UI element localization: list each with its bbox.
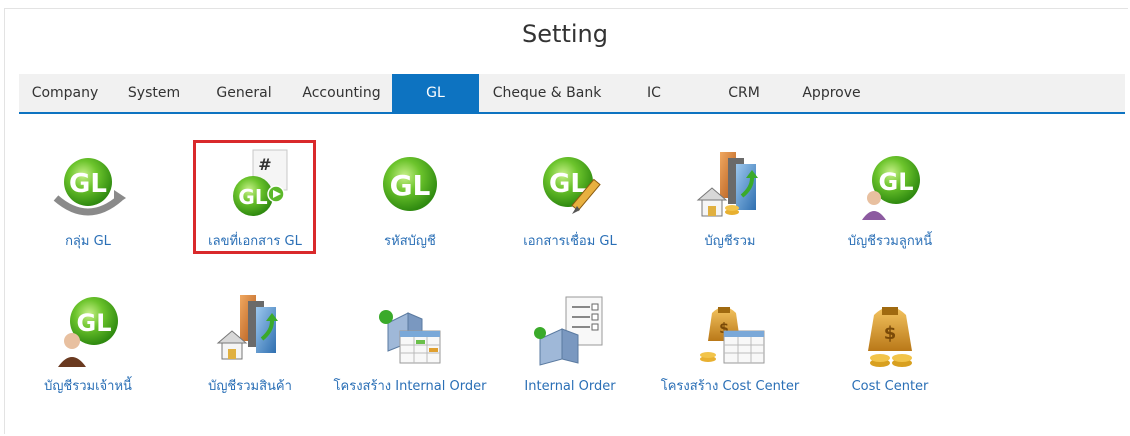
page-title: Setting xyxy=(522,20,608,48)
gl-doc-link-item[interactable]: GL เอกสารเชื่อม GL xyxy=(490,148,650,252)
inventory-account-item[interactable]: บัญชีรวมสินค้า xyxy=(170,293,330,397)
gl-group-icon: GL xyxy=(48,148,128,228)
inventory-account-icon xyxy=(210,293,290,373)
svg-text:GL: GL xyxy=(390,169,431,202)
gl-debtor-label: บัญชีรวมลูกหนี้ xyxy=(847,234,933,249)
inventory-account-label: บัญชีรวมสินค้า xyxy=(208,379,292,394)
gl-creditor-icon: GL xyxy=(48,293,128,373)
tab-gl[interactable]: GL xyxy=(392,74,479,112)
cost-center-icon: $ xyxy=(850,293,930,373)
cost-center-item[interactable]: $ Cost Center xyxy=(810,293,970,397)
cost-center-structure-label: โครงสร้าง Cost Center xyxy=(660,379,800,394)
tab-ic[interactable]: IC xyxy=(629,74,679,112)
gl-group-label: กลุ่ม GL xyxy=(65,234,111,249)
svg-text:GL: GL xyxy=(69,169,107,199)
svg-text:$: $ xyxy=(884,323,897,344)
gl-doc-link-icon: GL xyxy=(530,148,610,228)
selection-highlight-box xyxy=(193,140,316,254)
internal-order-structure-icon xyxy=(370,293,450,373)
gl-group-item[interactable]: GL กลุ่ม GL xyxy=(8,148,168,252)
tab-approve[interactable]: Approve xyxy=(794,74,869,112)
cost-center-structure-icon: $ xyxy=(690,293,770,373)
tab-accounting[interactable]: Accounting xyxy=(294,74,389,112)
gl-creditor-label: บัญชีรวมเจ้าหนี้ xyxy=(44,379,132,394)
gl-account-code-icon: GL xyxy=(370,148,450,228)
tab-company[interactable]: Company xyxy=(19,74,111,112)
summary-account-icon xyxy=(690,148,770,228)
internal-order-label: Internal Order xyxy=(524,379,616,394)
gl-account-code-label: รหัสบัญชี xyxy=(384,234,436,249)
settings-tab-bar: Company System General Accounting GL Che… xyxy=(19,74,1125,114)
summary-account-label: บัญชีรวม xyxy=(704,234,756,249)
tab-cheque-bank[interactable]: Cheque & Bank xyxy=(487,74,607,112)
gl-account-code-item[interactable]: GL รหัสบัญชี xyxy=(330,148,490,252)
cost-center-structure-item[interactable]: $ โครงสร้าง Cost Center xyxy=(650,293,810,397)
tab-general[interactable]: General xyxy=(204,74,284,112)
svg-text:GL: GL xyxy=(77,309,112,337)
internal-order-item[interactable]: Internal Order xyxy=(490,293,650,397)
gl-creditor-item[interactable]: GL บัญชีรวมเจ้าหนี้ xyxy=(8,293,168,397)
internal-order-structure-label: โครงสร้าง Internal Order xyxy=(333,379,487,394)
internal-order-icon xyxy=(530,293,610,373)
summary-account-item[interactable]: บัญชีรวม xyxy=(650,148,810,252)
gl-debtor-icon: GL xyxy=(850,148,930,228)
tab-system[interactable]: System xyxy=(119,74,189,112)
gl-doc-link-label: เอกสารเชื่อม GL xyxy=(523,234,617,249)
internal-order-structure-item[interactable]: โครงสร้าง Internal Order xyxy=(330,293,490,397)
cost-center-label: Cost Center xyxy=(851,379,929,394)
gl-debtor-item[interactable]: GL บัญชีรวมลูกหนี้ xyxy=(810,148,970,252)
tab-crm[interactable]: CRM xyxy=(714,74,774,112)
svg-text:GL: GL xyxy=(879,168,914,196)
